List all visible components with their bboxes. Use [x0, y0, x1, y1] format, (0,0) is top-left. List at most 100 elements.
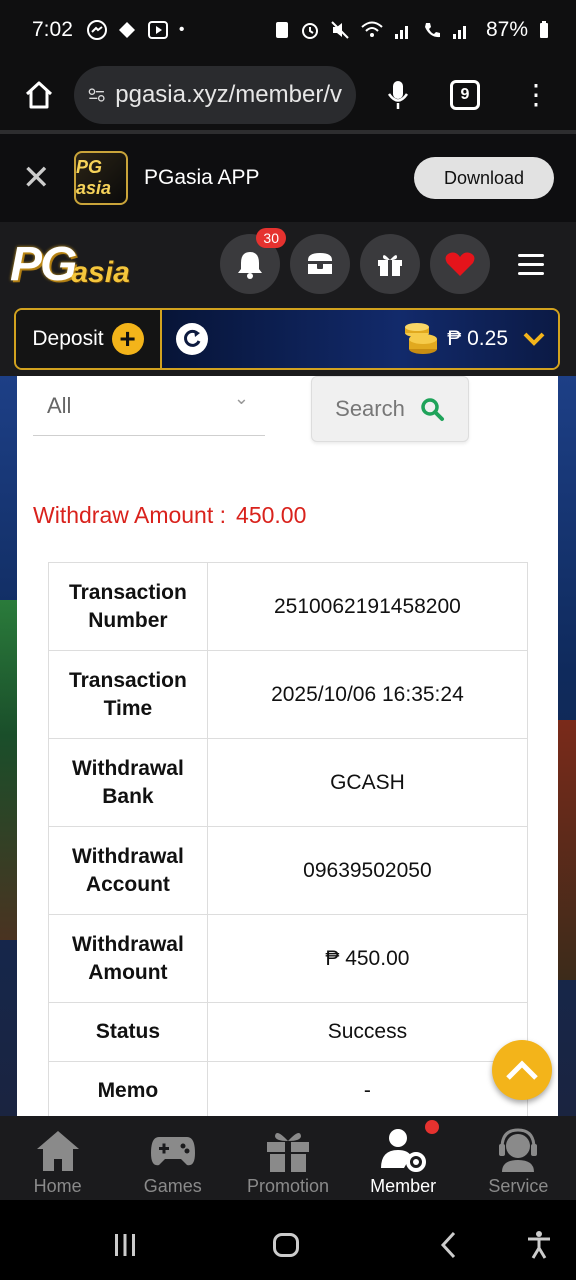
scroll-to-top-button[interactable]: [492, 1040, 552, 1100]
row-value: Success: [206, 1002, 529, 1062]
menu-icon[interactable]: [518, 253, 544, 275]
notification-icons: •: [86, 20, 185, 40]
app-logo: PG asia: [74, 151, 128, 205]
accessibility-icon[interactable]: [526, 1230, 552, 1260]
table-row: Withdrawal Account 09639502050: [48, 826, 529, 915]
notifications-button[interactable]: 30: [220, 228, 286, 294]
row-label: Transaction Number: [48, 562, 208, 651]
table-row: Transaction Number 2510062191458200: [48, 562, 529, 651]
row-label: Memo: [48, 1061, 208, 1116]
transaction-detail-table: Transaction Number 2510062191458200 Tran…: [48, 562, 529, 1116]
nav-label: Home: [33, 1176, 82, 1196]
nav-promotion[interactable]: Promotion: [230, 1116, 345, 1200]
chevron-down-icon: ⌄: [233, 388, 249, 408]
call-icon: [424, 23, 440, 38]
home-icon: [36, 1131, 79, 1171]
wifi-icon: [361, 21, 383, 37]
filter-selected-value: All: [47, 392, 72, 418]
row-value: 2510062191458200: [206, 562, 529, 651]
close-icon[interactable]: ✕: [22, 158, 58, 198]
plus-icon: +: [111, 323, 144, 355]
gift-button[interactable]: [360, 234, 420, 294]
headset-icon: [499, 1128, 538, 1172]
system-icons: 87%: [274, 18, 550, 42]
status-bar: 7:02 • 87%: [0, 0, 576, 60]
battery-icon: [540, 21, 548, 38]
member-notification-dot: [424, 1120, 439, 1134]
download-button[interactable]: Download: [414, 157, 554, 199]
chevron-up-icon: [506, 1060, 538, 1080]
microphone-icon: [387, 81, 409, 109]
row-value: 09639502050: [206, 826, 529, 915]
search-label: Search: [335, 396, 405, 421]
search-icon: [421, 398, 444, 421]
address-bar[interactable]: pgasia.xyz/member/v: [74, 66, 356, 124]
withdraw-amount-summary: Withdraw Amount : 450.00: [33, 502, 306, 529]
deposit-button[interactable]: Deposit +: [16, 310, 162, 368]
background-palm-left: [0, 600, 18, 940]
app-name: PGasia APP: [144, 166, 260, 189]
browser-home-button[interactable]: [14, 70, 64, 120]
treasure-chest-icon: [308, 253, 332, 274]
row-label: Withdrawal Bank: [48, 738, 208, 827]
more-dot-icon: •: [178, 21, 185, 38]
logo-main-text: PG: [10, 237, 77, 291]
status-time: 7:02: [32, 18, 73, 41]
withdraw-amount-label: Withdraw Amount :: [33, 502, 227, 528]
app-install-banner: ✕ PG asia PGasia APP Download: [0, 134, 576, 222]
logo-sub-text: asia: [71, 256, 130, 289]
coins-icon: [405, 323, 438, 354]
gift-box-icon: [378, 255, 402, 276]
refresh-icon[interactable]: [176, 323, 208, 355]
heart-icon: [445, 252, 475, 276]
browser-menu-icon[interactable]: ⋮: [522, 81, 550, 109]
site-header: PG asia 30: [0, 222, 576, 306]
browser-toolbar: pgasia.xyz/member/v 9 ⋮: [0, 60, 576, 130]
signal-2-icon: [452, 26, 466, 39]
screen: 7:02 • 87% pgasia.xyz/member/v 9 ⋮ ✕ PG …: [0, 0, 576, 1280]
voice-search-button[interactable]: [380, 70, 416, 120]
wallet-bar: Deposit + ₱ 0.25: [0, 306, 576, 376]
nav-service[interactable]: Service: [461, 1116, 576, 1200]
notification-badge: 30: [256, 228, 286, 248]
table-row: Memo -: [48, 1061, 529, 1116]
messenger-icon: [86, 20, 107, 40]
member-icon: [381, 1129, 427, 1172]
nav-label: Games: [143, 1176, 202, 1196]
balance-amount: ₱ 0.25: [447, 327, 508, 350]
type-filter-select[interactable]: All ⌄: [33, 376, 265, 436]
search-button[interactable]: Search: [311, 376, 469, 442]
nav-label: Service: [488, 1176, 549, 1196]
deposit-label: Deposit: [32, 327, 104, 350]
row-label: Withdrawal Account: [48, 826, 208, 915]
row-value: 2025/10/06 16:35:24: [206, 650, 529, 739]
tab-switcher-button[interactable]: 9: [450, 80, 480, 110]
nav-label: Promotion: [246, 1176, 329, 1196]
nfc-icon: [275, 22, 288, 38]
nav-member[interactable]: Member: [346, 1116, 461, 1200]
chevron-down-icon[interactable]: [522, 331, 546, 347]
site-logo[interactable]: PG asia: [10, 229, 200, 299]
site-settings-icon[interactable]: [88, 84, 105, 106]
battery-level: 87%: [485, 18, 528, 41]
mute-icon: [331, 21, 349, 39]
withdraw-detail-panel: All ⌄ Search Withdraw Amount : 450.00 Tra…: [17, 376, 558, 1116]
back-icon[interactable]: [438, 1230, 458, 1260]
signal-icon: [394, 26, 408, 39]
recent-apps-icon[interactable]: [112, 1232, 138, 1258]
favorites-button[interactable]: [430, 234, 490, 294]
gamepad-icon: [150, 1137, 195, 1166]
alarm-icon: [301, 23, 318, 39]
table-row: Withdrawal Amount ₱ 450.00: [48, 914, 529, 1003]
row-label: Status: [48, 1002, 208, 1062]
system-home-icon[interactable]: [273, 1233, 299, 1257]
treasure-button[interactable]: [290, 234, 350, 294]
withdraw-amount-value: 450.00: [236, 502, 307, 528]
nav-games[interactable]: Games: [115, 1116, 230, 1200]
app-icon: [118, 22, 135, 38]
nav-label: Member: [370, 1176, 437, 1196]
nav-home[interactable]: Home: [0, 1116, 115, 1200]
video-icon: [147, 21, 168, 39]
row-label: Transaction Time: [48, 650, 208, 739]
gift-icon: [266, 1132, 309, 1172]
